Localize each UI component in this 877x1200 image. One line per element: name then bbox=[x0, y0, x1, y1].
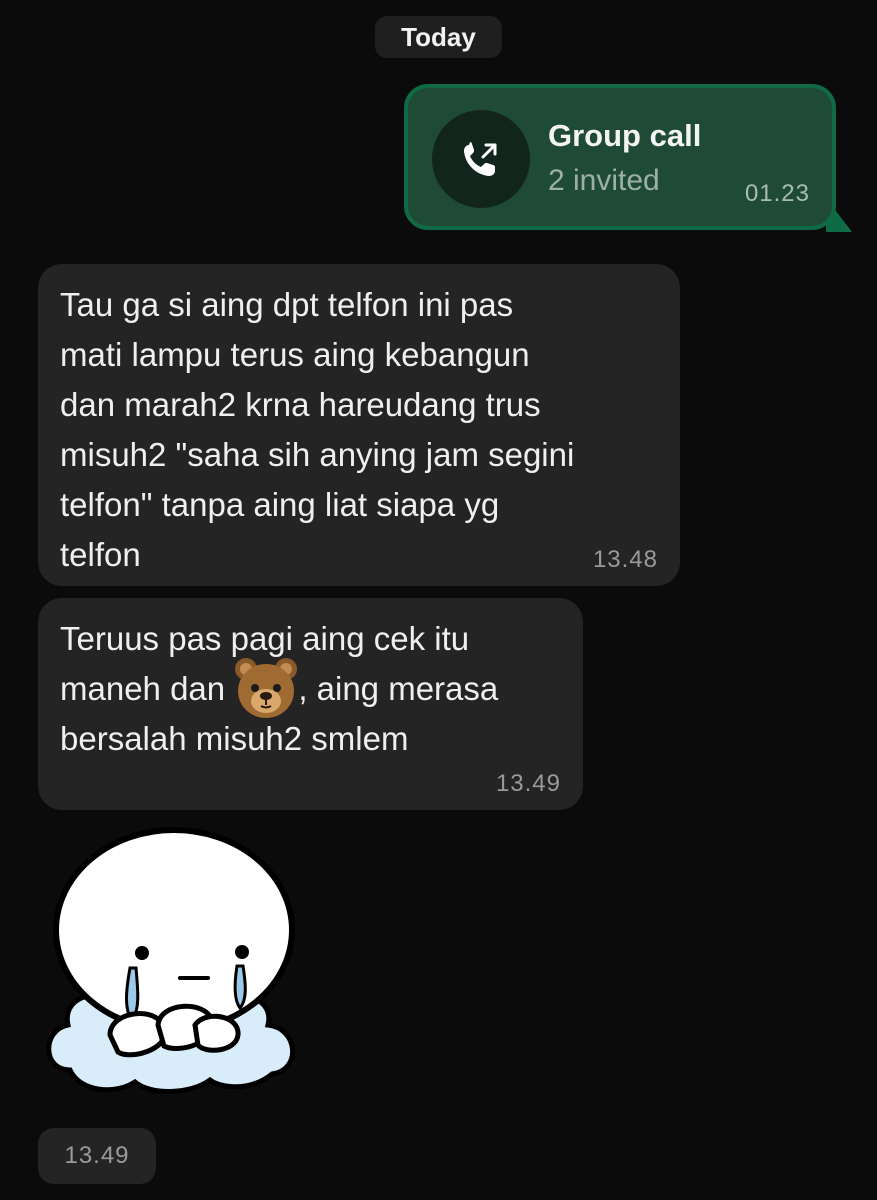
message-timestamp: 01.23 bbox=[744, 180, 810, 207]
message-text: Tau ga si aing dpt telfon ini pas mati l… bbox=[60, 286, 575, 573]
bear-face-emoji bbox=[234, 658, 298, 719]
incoming-message[interactable]: Tau ga si aing dpt telfon ini pas mati l… bbox=[38, 264, 680, 586]
message-line: bersalah misuh2 smlem bbox=[60, 720, 409, 757]
message-timestamp: 13.48 bbox=[592, 546, 658, 573]
group-call-message[interactable]: Group call 2 invited 01.23 bbox=[404, 84, 836, 230]
outgoing-call-icon bbox=[432, 110, 530, 208]
crying-character-sticker[interactable] bbox=[40, 820, 310, 1120]
incoming-message[interactable]: Teruus pas pagi aing cek itu maneh dan , … bbox=[38, 598, 583, 810]
message-line: Teruus pas pagi aing cek itu bbox=[60, 620, 470, 657]
message-timestamp: 13.49 bbox=[495, 770, 561, 797]
call-title: Group call bbox=[548, 118, 702, 153]
date-separator: Today bbox=[375, 16, 502, 58]
message-text: Teruus pas pagi aing cek itu maneh dan , … bbox=[60, 614, 561, 764]
message-timestamp: 13.49 bbox=[38, 1128, 156, 1184]
message-line: maneh dan bbox=[60, 670, 235, 707]
date-label: Today bbox=[401, 21, 476, 52]
message-line: , aing merasa bbox=[298, 670, 499, 707]
call-subtitle: 2 invited bbox=[548, 164, 660, 197]
